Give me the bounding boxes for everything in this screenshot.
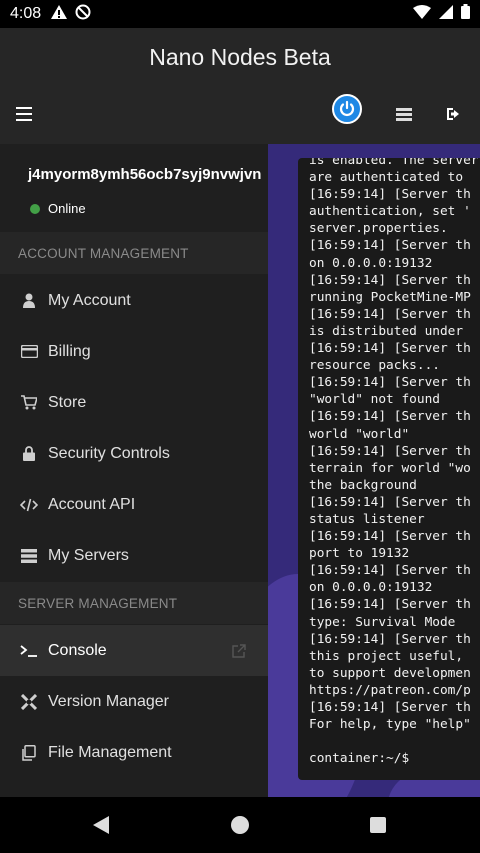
user-id: j4myorm8ymh56ocb7syj9nvwjvn [28,166,262,183]
back-icon[interactable] [93,816,109,839]
console-log: is enabled. The server are authenticated… [309,158,479,733]
menu-icon[interactable] [16,107,32,121]
user-icon [20,292,38,310]
drawer-item-store[interactable]: Store [0,377,268,428]
recents-icon[interactable] [370,817,386,833]
home-icon[interactable] [231,816,249,834]
drawer-item-version-manager[interactable]: Version Manager [0,676,268,727]
drawer-item-label: My Servers [48,546,129,564]
drawer-item-label: Console [48,641,107,659]
console-prompt[interactable]: container:~/$ [309,751,409,766]
external-link-icon [232,643,246,658]
lock-icon [20,445,38,463]
section-account-management: ACCOUNT MANAGEMENT [0,232,268,274]
section-server-management: SERVER MANAGEMENT [0,582,268,624]
drawer-item-label: Security Controls [48,444,170,462]
drawer-item-label: Version Manager [48,692,169,710]
drawer-item-security-controls[interactable]: Security Controls [0,428,268,479]
status-label: Online [48,201,86,216]
servers-icon[interactable] [396,108,412,121]
navigation-drawer: j4myorm8ymh56ocb7syj9nvwjvn Online ACCOU… [0,144,268,797]
drawer-item-label: File Management [48,743,172,761]
drawer-item-my-account[interactable]: My Account [0,275,268,326]
version-icon [20,693,38,711]
app-title: Nano Nodes Beta [149,44,331,70]
do-not-disturb-icon [75,4,91,25]
alert-icon [51,4,68,24]
credit-card-icon [20,343,38,361]
drawer-item-label: My Account [48,291,131,309]
drawer-item-billing[interactable]: Billing [0,326,268,377]
power-icon[interactable] [332,94,362,124]
battery-icon [461,4,470,24]
code-icon [20,496,38,514]
terminal-icon [20,642,38,660]
logout-icon[interactable] [446,107,462,121]
drawer-item-file-management[interactable]: File Management [0,727,268,778]
signal-icon [439,4,453,24]
drawer-item-console[interactable]: Console [0,625,268,676]
main-content: is enabled. The server are authenticated… [268,144,480,797]
status-time: 4:08 [10,5,42,22]
online-dot-icon [30,203,40,214]
status-bar: 4:08 [0,0,480,28]
status-indicator: Online [30,201,86,216]
system-nav-bar [0,797,480,853]
console-output[interactable]: is enabled. The server are authenticated… [298,158,480,780]
drawer-item-label: Account API [48,495,136,513]
drawer-item-account-api[interactable]: Account API [0,479,268,530]
files-icon [20,744,38,762]
drawer-item-label: Store [48,393,87,411]
drawer-item-my-servers[interactable]: My Servers [0,530,268,581]
cart-icon [20,394,38,412]
app-bar: Nano Nodes Beta [0,28,480,144]
wifi-icon [413,4,431,24]
drawer-item-label: Billing [48,342,91,360]
servers-icon [20,547,38,565]
